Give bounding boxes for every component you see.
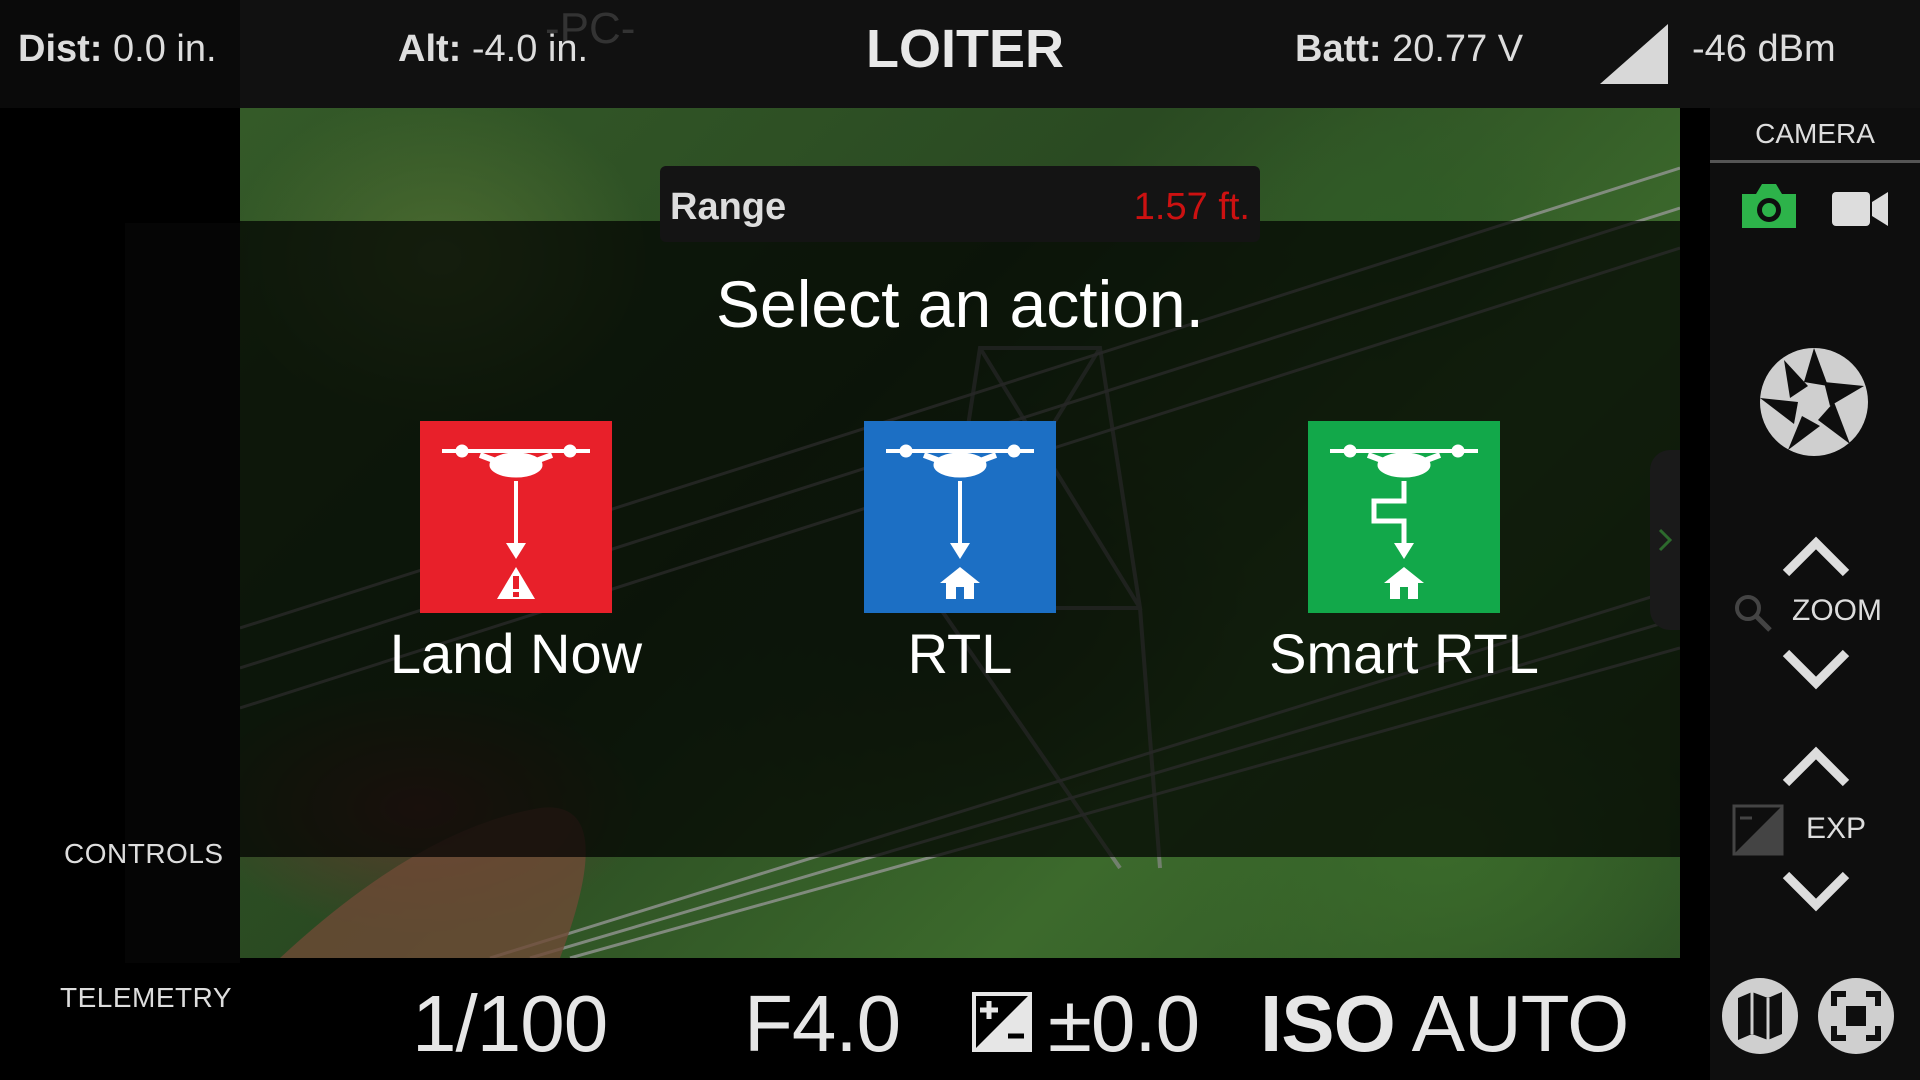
exposure-down-chevron-down-icon[interactable]: [1776, 860, 1856, 920]
battery-value: 20.77 V: [1392, 28, 1524, 70]
shutter-button-icon[interactable]: [1758, 346, 1870, 458]
distance-value: 0.0 in.: [113, 28, 217, 70]
distance-readout: Dist: 0.0 in.: [18, 28, 217, 71]
smart-rtl-button[interactable]: Smart RTL: [1254, 421, 1554, 686]
signal-value: -46 dBm: [1692, 28, 1836, 70]
battery-label: Batt:: [1295, 28, 1382, 70]
controls-tab[interactable]: CONTROLS: [64, 838, 224, 870]
photo-mode-camera-icon[interactable]: [1738, 180, 1800, 232]
battery-readout: Batt: 20.77 V: [1295, 28, 1523, 71]
iso-readout[interactable]: ISO AUTO: [1260, 978, 1630, 1070]
flight-mode[interactable]: LOITER: [866, 18, 1064, 80]
zoom-label: ZOOM: [1792, 594, 1882, 627]
zoom-out-chevron-down-icon[interactable]: [1776, 638, 1856, 698]
distance-label: Dist:: [18, 28, 103, 70]
smart-rtl-icon: [1308, 421, 1500, 613]
range-value: 1.57 ft.: [1133, 186, 1250, 228]
land-now-icon: [420, 421, 612, 613]
signal-strength-icon: [1600, 24, 1668, 84]
smart-rtl-label: Smart RTL: [1269, 622, 1539, 685]
video-mode-camera-icon[interactable]: [1832, 188, 1890, 228]
left-side-panel: CONTROLS TELEMETRY: [0, 108, 240, 1080]
zoom-search-icon: [1735, 595, 1772, 632]
expand-panel-handle[interactable]: [1650, 450, 1680, 630]
chevron-right-icon: [1658, 528, 1673, 552]
zoom-in-chevron-up-icon[interactable]: [1776, 528, 1856, 588]
range-indicator: Range 1.57 ft.: [660, 166, 1260, 242]
top-status-bar: Dist: 0.0 in. -PC- Alt: -4.0 in. LOITER …: [0, 0, 1920, 108]
exposure-compensation-icon: [972, 992, 1032, 1052]
rtl-button[interactable]: RTL: [810, 421, 1110, 686]
dialog-prompt: Select an action.: [716, 267, 1204, 341]
iso-label: ISO: [1260, 979, 1396, 1068]
fullscreen-icon[interactable]: [1816, 976, 1896, 1056]
exposure-compensation-icon: [1732, 804, 1784, 856]
exposure-label: EXP: [1806, 812, 1867, 845]
exposure-up-chevron-up-icon[interactable]: [1776, 738, 1856, 798]
telemetry-tab[interactable]: TELEMETRY: [60, 982, 232, 1014]
camera-tab[interactable]: CAMERA: [1710, 118, 1920, 150]
iso-value: AUTO: [1411, 979, 1630, 1068]
altitude-readout: Alt: -4.0 in.: [398, 28, 588, 71]
aperture-value[interactable]: F4.0: [744, 978, 901, 1070]
camera-control-panel: CAMERA ZOOM EXP: [1680, 108, 1920, 1080]
altitude-value: -4.0 in.: [471, 28, 589, 70]
rtl-label: RTL: [907, 622, 1013, 685]
camera-tab-underline: [1710, 160, 1920, 163]
rtl-icon: [864, 421, 1056, 613]
land-now-button[interactable]: Land Now: [366, 421, 666, 686]
shutter-speed-value[interactable]: 1/100: [412, 978, 608, 1070]
land-now-label: Land Now: [389, 622, 643, 685]
range-label: Range: [670, 186, 787, 228]
map-icon[interactable]: [1720, 976, 1800, 1056]
exposure-compensation-value[interactable]: ±0.0: [1048, 978, 1200, 1070]
altitude-label: Alt:: [398, 28, 462, 70]
camera-settings-bar: 1/100 F4.0 ±0.0 ISO AUTO: [240, 958, 1680, 1080]
